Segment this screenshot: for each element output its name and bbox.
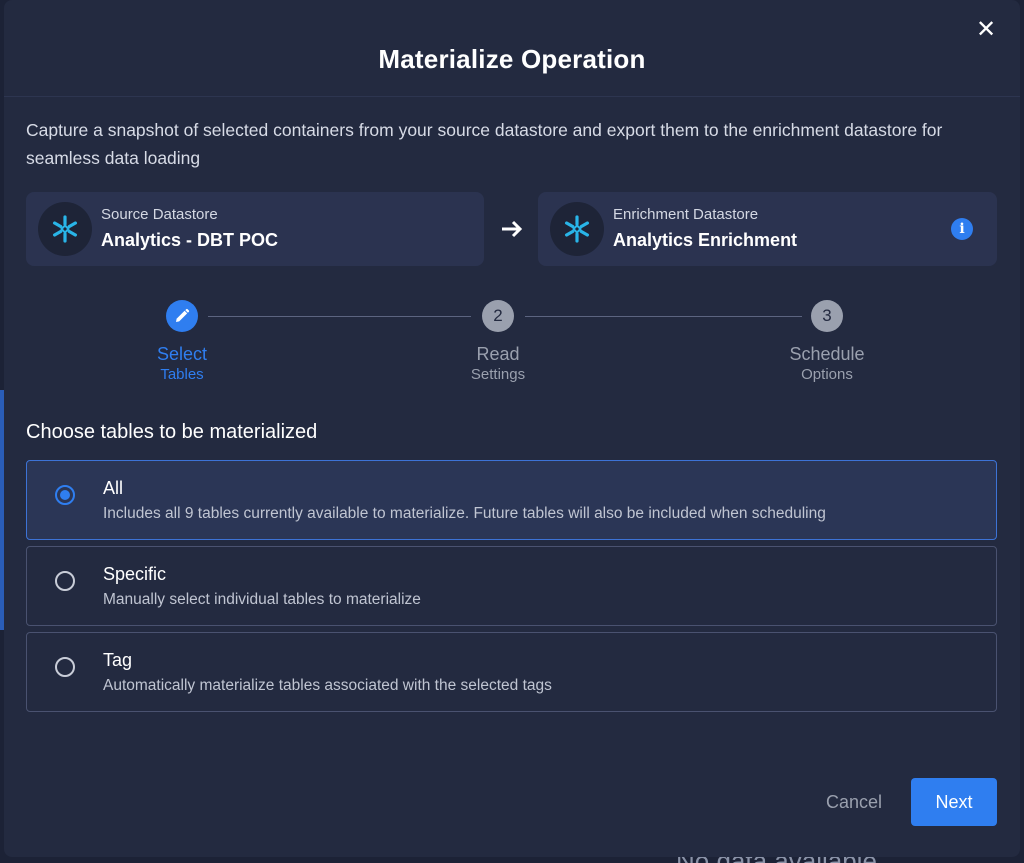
radio-specific[interactable] xyxy=(55,571,75,591)
step-1-marker xyxy=(166,300,198,332)
snowflake-icon xyxy=(38,202,92,256)
step-3-title: Schedule xyxy=(789,344,865,364)
radio-tag[interactable] xyxy=(55,657,75,677)
step-3-marker: 3 xyxy=(811,300,843,332)
table-selection-heading: Choose tables to be materialized xyxy=(26,421,318,443)
enrichment-datastore-card: Enrichment Datastore Analytics Enrichmen… xyxy=(538,192,997,266)
enrichment-datastore-name: Analytics Enrichment xyxy=(613,230,798,250)
radio-all[interactable] xyxy=(55,485,75,505)
arrow-right-icon xyxy=(502,220,523,238)
source-datastore-card: Source Datastore Analytics - DBT POC xyxy=(26,192,484,266)
materialize-dialog: ✕ Materialize Operation Capture a snapsh… xyxy=(4,0,1020,857)
stepper-connector xyxy=(208,316,471,317)
step-1-subtitle: Tables xyxy=(160,366,204,383)
dialog-title: Materialize Operation xyxy=(378,44,646,74)
close-icon[interactable]: ✕ xyxy=(974,18,998,42)
stepper-connector xyxy=(525,316,802,317)
cancel-button[interactable]: Cancel xyxy=(810,778,898,826)
step-2-marker: 2 xyxy=(482,300,514,332)
header-divider xyxy=(4,96,1020,97)
info-icon[interactable]: i xyxy=(951,218,973,240)
next-button[interactable]: Next xyxy=(911,778,997,826)
step-1-title: Select xyxy=(156,344,208,364)
enrichment-datastore-label: Enrichment Datastore xyxy=(613,206,759,223)
source-datastore-label: Source Datastore xyxy=(101,206,218,223)
step-3-subtitle: Options xyxy=(801,366,853,383)
step-2-title: Read xyxy=(476,344,520,364)
option-tag-label: Tag xyxy=(103,650,133,670)
option-tag-description: Automatically materialize tables associa… xyxy=(103,677,552,694)
option-all-label: All xyxy=(103,478,124,498)
option-all[interactable]: All Includes all 9 tables currently avai… xyxy=(26,460,997,540)
option-all-description: Includes all 9 tables currently availabl… xyxy=(103,505,826,522)
pencil-icon xyxy=(176,308,190,322)
option-specific-description: Manually select individual tables to mat… xyxy=(103,591,421,608)
dialog-description: Capture a snapshot of selected container… xyxy=(26,120,943,168)
source-datastore-name: Analytics - DBT POC xyxy=(101,230,279,250)
option-specific-label: Specific xyxy=(103,564,167,584)
snowflake-icon xyxy=(550,202,604,256)
option-specific[interactable]: Specific Manually select individual tabl… xyxy=(26,546,997,626)
step-2-subtitle: Settings xyxy=(470,366,526,383)
option-tag[interactable]: Tag Automatically materialize tables ass… xyxy=(26,632,997,712)
